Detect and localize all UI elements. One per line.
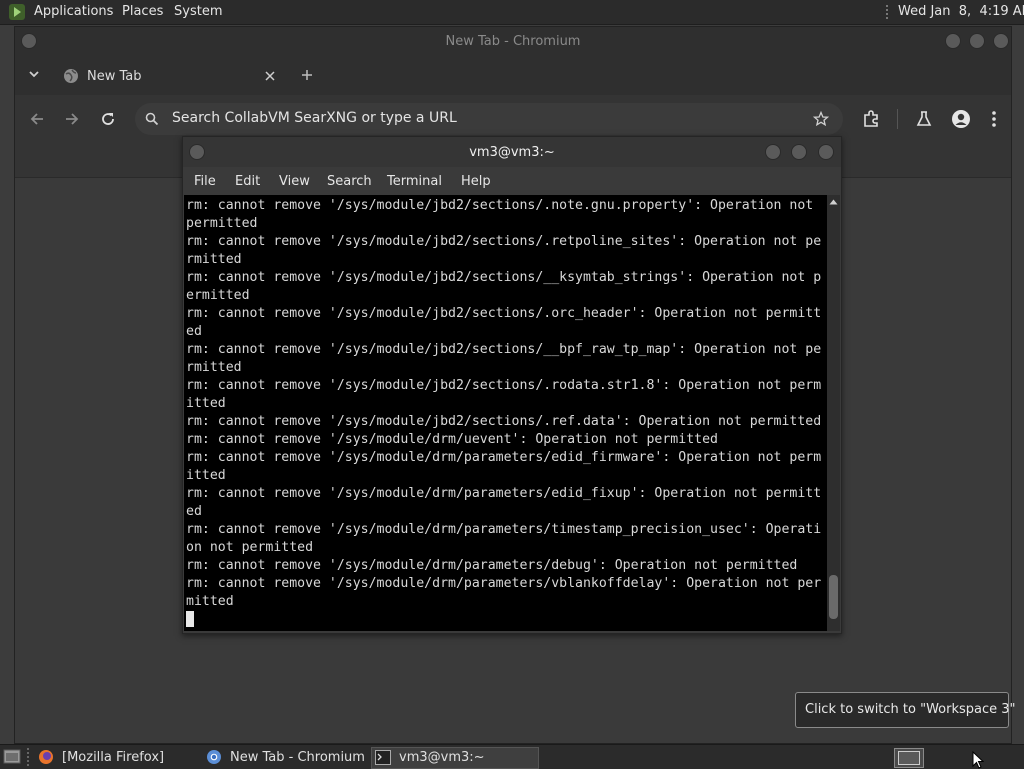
terminal-minimize-button[interactable] xyxy=(765,144,781,160)
mouse-pointer-icon xyxy=(972,751,985,769)
scrollbar-thumb[interactable] xyxy=(829,575,838,619)
menu-view[interactable]: View xyxy=(279,174,310,189)
taskbar-item-chromium[interactable]: New Tab - Chromium xyxy=(204,747,366,767)
terminal-line: rm: cannot remove '/sys/module/drm/param… xyxy=(186,486,822,501)
panel-separator xyxy=(886,5,890,19)
taskbar-label: New Tab - Chromium xyxy=(230,750,365,765)
omnibox-placeholder: Search CollabVM SearXNG or type a URL xyxy=(172,110,457,126)
chromium-titlebar[interactable]: New Tab - Chromium xyxy=(15,27,1011,55)
terminal-line: rm: cannot remove '/sys/module/drm/param… xyxy=(186,576,822,591)
chromium-icon xyxy=(207,750,221,764)
terminal-close-button[interactable] xyxy=(818,144,834,160)
taskbar-item-firefox[interactable]: [Mozilla Firefox] xyxy=(36,747,196,767)
close-window-button[interactable] xyxy=(993,33,1009,49)
terminal-line: rm: cannot remove '/sys/module/drm/param… xyxy=(186,558,798,573)
close-icon[interactable] xyxy=(265,71,275,81)
bottom-panel: [Mozilla Firefox] New Tab - Chromium vm3… xyxy=(0,744,1024,769)
terminal-line: ermitted xyxy=(186,288,250,303)
menu-search[interactable]: Search xyxy=(327,174,372,189)
terminal-line: rmitted xyxy=(186,252,242,267)
terminal-maximize-button[interactable] xyxy=(791,144,807,160)
profile-icon[interactable] xyxy=(951,109,971,129)
globe-icon xyxy=(64,69,78,83)
terminal-icon xyxy=(375,750,391,765)
terminal-line: rm: cannot remove '/sys/module/jbd2/sect… xyxy=(186,234,822,249)
toolbar-separator xyxy=(897,109,898,129)
terminal-output[interactable]: rm: cannot remove '/sys/module/jbd2/sect… xyxy=(184,195,827,631)
maximize-button[interactable] xyxy=(969,33,985,49)
forward-arrow-icon[interactable] xyxy=(64,111,80,127)
back-arrow-icon[interactable] xyxy=(29,111,45,127)
chevron-down-icon[interactable] xyxy=(28,68,40,80)
taskbar-item-terminal[interactable]: vm3@vm3:~ xyxy=(371,747,539,769)
scroll-up-arrow-icon[interactable] xyxy=(829,199,838,205)
terminal-text: rm: cannot remove '/sys/module/jbd2/sect… xyxy=(184,195,827,631)
terminal-cursor xyxy=(186,611,194,627)
tab-new-tab[interactable]: New Tab xyxy=(53,61,285,95)
taskbar-label: vm3@vm3:~ xyxy=(399,750,485,765)
terminal-line: mitted xyxy=(186,594,234,609)
kebab-menu-icon[interactable] xyxy=(991,110,997,128)
terminal-scrollbar[interactable] xyxy=(827,195,840,631)
terminal-menubar: File Edit View Search Terminal Help xyxy=(183,167,841,195)
terminal-line: rm: cannot remove '/sys/module/drm/param… xyxy=(186,522,822,537)
flask-icon[interactable] xyxy=(916,110,932,128)
terminal-line: itted xyxy=(186,468,226,483)
terminal-line: rm: cannot remove '/sys/module/drm/ueven… xyxy=(186,432,718,447)
taskbar-label: [Mozilla Firefox] xyxy=(62,750,165,765)
system-menu[interactable]: System xyxy=(174,4,222,19)
workspace-preview xyxy=(898,751,920,765)
terminal-line: rm: cannot remove '/sys/module/jbd2/sect… xyxy=(186,378,822,393)
clock[interactable]: Wed Jan 8, 4:19 AM xyxy=(898,4,1024,19)
tab-strip: New Tab xyxy=(15,55,1011,95)
top-panel: Applications Places System Wed Jan 8, 4:… xyxy=(0,0,1024,25)
terminal-line: itted xyxy=(186,396,226,411)
panel-handle xyxy=(27,748,31,766)
minimize-button[interactable] xyxy=(945,33,961,49)
terminal-line: rm: cannot remove '/sys/module/drm/param… xyxy=(186,450,822,465)
terminal-line: rmitted xyxy=(186,360,242,375)
reload-icon[interactable] xyxy=(100,111,116,127)
terminal-line: rm: cannot remove '/sys/module/jbd2/sect… xyxy=(186,342,822,357)
terminal-titlebar[interactable]: vm3@vm3:~ xyxy=(183,137,841,167)
terminal-line: rm: cannot remove '/sys/module/jbd2/sect… xyxy=(186,270,822,285)
workspace-switcher-3[interactable] xyxy=(894,748,924,768)
firefox-icon xyxy=(39,750,53,764)
terminal-line: rm: cannot remove '/sys/module/jbd2/sect… xyxy=(186,306,822,321)
places-menu[interactable]: Places xyxy=(122,4,163,19)
workspace-tooltip: Click to switch to "Workspace 3" xyxy=(795,692,1016,728)
chromium-window-title: New Tab - Chromium xyxy=(445,34,581,49)
terminal-line: rm: cannot remove '/sys/module/jbd2/sect… xyxy=(186,198,814,213)
search-icon xyxy=(145,112,159,126)
tooltip-text: Click to switch to "Workspace 3" xyxy=(805,702,1016,717)
applications-menu[interactable]: Applications xyxy=(34,4,113,19)
gnome-foot-icon[interactable] xyxy=(8,3,26,21)
terminal-line: ed xyxy=(186,324,202,339)
puzzle-icon[interactable] xyxy=(862,110,880,128)
menu-edit[interactable]: Edit xyxy=(235,174,260,189)
tab-label: New Tab xyxy=(87,69,142,84)
terminal-prompt-line xyxy=(186,611,825,630)
menu-terminal[interactable]: Terminal xyxy=(387,174,442,189)
menu-help[interactable]: Help xyxy=(461,174,491,189)
terminal-line: on not permitted xyxy=(186,540,314,555)
terminal-window-title: vm3@vm3:~ xyxy=(469,145,555,160)
omnibox[interactable]: Search CollabVM SearXNG or type a URL xyxy=(135,103,843,135)
terminal-window: vm3@vm3:~ File Edit View Search Terminal… xyxy=(182,136,842,634)
plus-icon[interactable] xyxy=(301,69,313,81)
star-icon[interactable] xyxy=(813,111,829,127)
terminal-line: permitted xyxy=(186,216,258,231)
terminal-line: ed xyxy=(186,504,202,519)
terminal-line: rm: cannot remove '/sys/module/jbd2/sect… xyxy=(186,414,822,429)
show-desktop-icon[interactable] xyxy=(3,748,21,765)
menu-file[interactable]: File xyxy=(194,174,216,189)
